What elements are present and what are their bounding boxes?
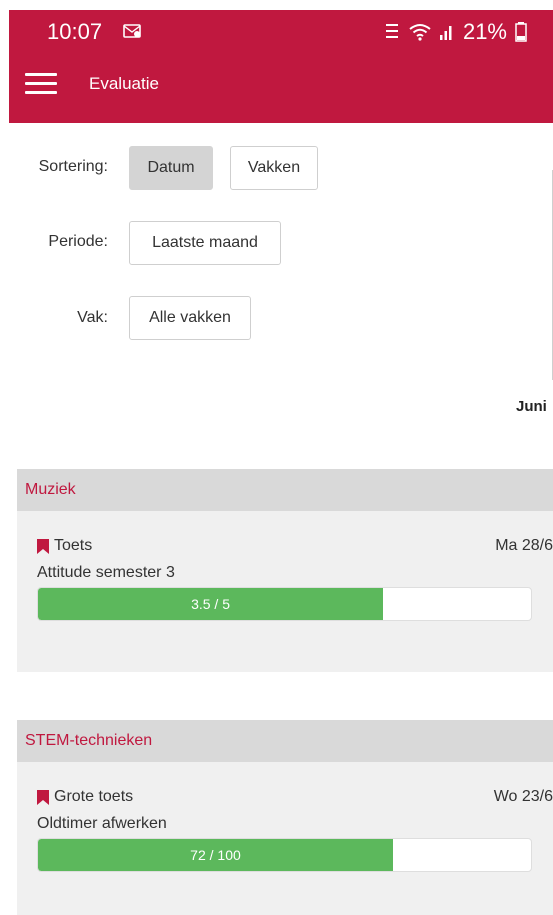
- sort-label: Sortering:: [38, 158, 108, 175]
- evaluation-type: Toets: [37, 537, 92, 555]
- score-bar: 72 / 100: [37, 838, 532, 872]
- period-label: Periode:: [48, 233, 108, 250]
- hamburger-menu-icon[interactable]: [25, 73, 57, 95]
- evaluation-date: Wo 23/6: [493, 788, 553, 805]
- message-notification-icon: [123, 24, 141, 38]
- evaluation-type-label: Grote toets: [54, 788, 134, 805]
- wifi-icon: [409, 24, 431, 41]
- app-bar: 10:07 21% Evaluatie: [9, 10, 553, 123]
- sort-subjects-button[interactable]: Vakken: [230, 146, 318, 190]
- subject-name: STEM-technieken: [25, 732, 153, 749]
- score-bar: 3.5 / 5: [37, 587, 532, 621]
- bookmark-icon: [37, 789, 49, 805]
- evaluation-card[interactable]: Grote toets Wo 23/6 Oldtimer afwerken 72…: [17, 762, 553, 915]
- status-icons: 21%: [383, 19, 527, 45]
- signal-icon: [439, 26, 452, 40]
- subject-name: Muziek: [25, 481, 76, 498]
- evaluation-card[interactable]: Toets Ma 28/6 Attitude semester 3 3.5 / …: [17, 511, 553, 672]
- status-bar: 10:07 21%: [9, 10, 553, 52]
- volte-icon: [385, 24, 398, 38]
- subject-filter-label: Vak:: [77, 309, 108, 326]
- calendar-month-label: Juni: [516, 398, 547, 415]
- evaluation-description: Oldtimer afwerken: [37, 815, 167, 832]
- bookmark-icon: [37, 538, 49, 554]
- sort-date-button[interactable]: Datum: [129, 146, 213, 190]
- battery-percentage: 21%: [462, 19, 507, 44]
- score-text: 72 / 100: [190, 847, 241, 863]
- battery-icon: [515, 22, 527, 42]
- status-time: 10:07: [47, 19, 103, 44]
- subject-header: Muziek: [17, 469, 553, 511]
- toolbar: Evaluatie: [9, 52, 553, 123]
- subject-header: STEM-technieken: [17, 720, 553, 762]
- subject-select-button[interactable]: Alle vakken: [129, 296, 251, 340]
- screen-edge: [0, 0, 553, 10]
- evaluation-type-label: Toets: [54, 537, 93, 554]
- evaluation-date: Ma 28/6: [495, 537, 553, 554]
- page-title: Evaluatie: [89, 74, 159, 93]
- app-screen: 10:07 21% Evaluatie Sortering: Datum Vak…: [0, 0, 553, 915]
- period-select-button[interactable]: Laatste maand: [129, 221, 281, 265]
- score-text: 3.5 / 5: [191, 596, 230, 612]
- evaluation-type: Grote toets: [37, 788, 133, 806]
- evaluation-description: Attitude semester 3: [37, 564, 175, 581]
